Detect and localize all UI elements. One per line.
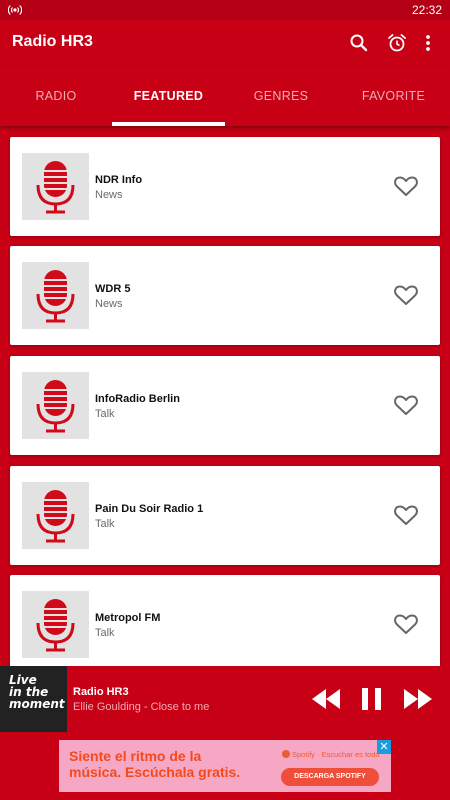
status-time: 22:32 bbox=[411, 3, 442, 17]
tab-bar: RADIO FEATURED GENRES FAVORITE bbox=[0, 66, 450, 126]
pause-icon[interactable] bbox=[360, 686, 384, 712]
station-list[interactable]: NDR Info News WDR 5 News InfoRadio Berli… bbox=[0, 126, 450, 666]
microphone-icon bbox=[22, 372, 89, 439]
player-track: Ellie Goulding - Close to me bbox=[73, 701, 210, 713]
ad-banner[interactable]: Siente el ritmo de la música. Escúchala … bbox=[59, 740, 391, 792]
heart-icon[interactable] bbox=[392, 610, 420, 638]
station-card[interactable]: Metropol FM Talk bbox=[10, 575, 440, 666]
ad-brand: Spotify · Escuchar es todo bbox=[282, 750, 392, 759]
ad-brand-text: Spotify · Escuchar es todo bbox=[292, 750, 380, 759]
rewind-icon[interactable] bbox=[310, 686, 342, 712]
player-station: Radio HR3 bbox=[73, 686, 129, 698]
station-name: InfoRadio Berlin bbox=[95, 393, 180, 405]
station-genre: Talk bbox=[95, 518, 115, 530]
station-name: NDR Info bbox=[95, 174, 143, 186]
app-title: Radio HR3 bbox=[12, 33, 93, 50]
station-genre: News bbox=[95, 298, 123, 310]
microphone-icon bbox=[22, 262, 89, 329]
microphone-icon bbox=[22, 153, 89, 220]
station-card[interactable]: Pain Du Soir Radio 1 Talk bbox=[10, 466, 440, 565]
tab-radio[interactable]: RADIO bbox=[0, 66, 112, 126]
tab-favorite[interactable]: FAVORITE bbox=[337, 66, 450, 126]
radio-broadcast-icon bbox=[8, 5, 22, 15]
tab-genres[interactable]: GENRES bbox=[225, 66, 337, 126]
cover-text-line: moment bbox=[9, 697, 65, 711]
heart-icon[interactable] bbox=[392, 172, 420, 200]
ad-headline: Siente el ritmo de la música. Escúchala … bbox=[69, 748, 241, 780]
microphone-icon bbox=[22, 591, 89, 658]
album-cover[interactable]: Live in the moment bbox=[0, 666, 67, 732]
station-genre: News bbox=[95, 189, 123, 201]
more-vert-icon[interactable] bbox=[416, 31, 440, 55]
tab-featured[interactable]: FEATURED bbox=[112, 66, 225, 126]
station-name: WDR 5 bbox=[95, 283, 131, 295]
spotify-icon bbox=[282, 750, 290, 758]
fast-forward-icon[interactable] bbox=[402, 686, 434, 712]
ad-cta-button[interactable]: DESCARGA SPOTIFY bbox=[281, 768, 379, 786]
heart-icon[interactable] bbox=[392, 391, 420, 419]
station-name: Metropol FM bbox=[95, 612, 161, 624]
alarm-icon[interactable] bbox=[385, 31, 409, 55]
heart-icon[interactable] bbox=[392, 281, 420, 309]
heart-icon[interactable] bbox=[392, 501, 420, 529]
station-name: Pain Du Soir Radio 1 bbox=[95, 503, 204, 515]
station-card[interactable]: WDR 5 News bbox=[10, 246, 440, 345]
microphone-icon bbox=[22, 482, 89, 549]
station-card[interactable]: InfoRadio Berlin Talk bbox=[10, 356, 440, 455]
ad-close-icon[interactable]: ✕ bbox=[377, 740, 391, 754]
station-card[interactable]: NDR Info News bbox=[10, 137, 440, 236]
station-genre: Talk bbox=[95, 627, 115, 639]
search-icon[interactable] bbox=[347, 31, 371, 55]
mini-player[interactable]: Live in the moment Radio HR3 Ellie Gould… bbox=[0, 666, 450, 732]
status-bar: 22:32 bbox=[0, 0, 450, 20]
station-genre: Talk bbox=[95, 408, 115, 420]
app-bar: Radio HR3 bbox=[0, 20, 450, 66]
